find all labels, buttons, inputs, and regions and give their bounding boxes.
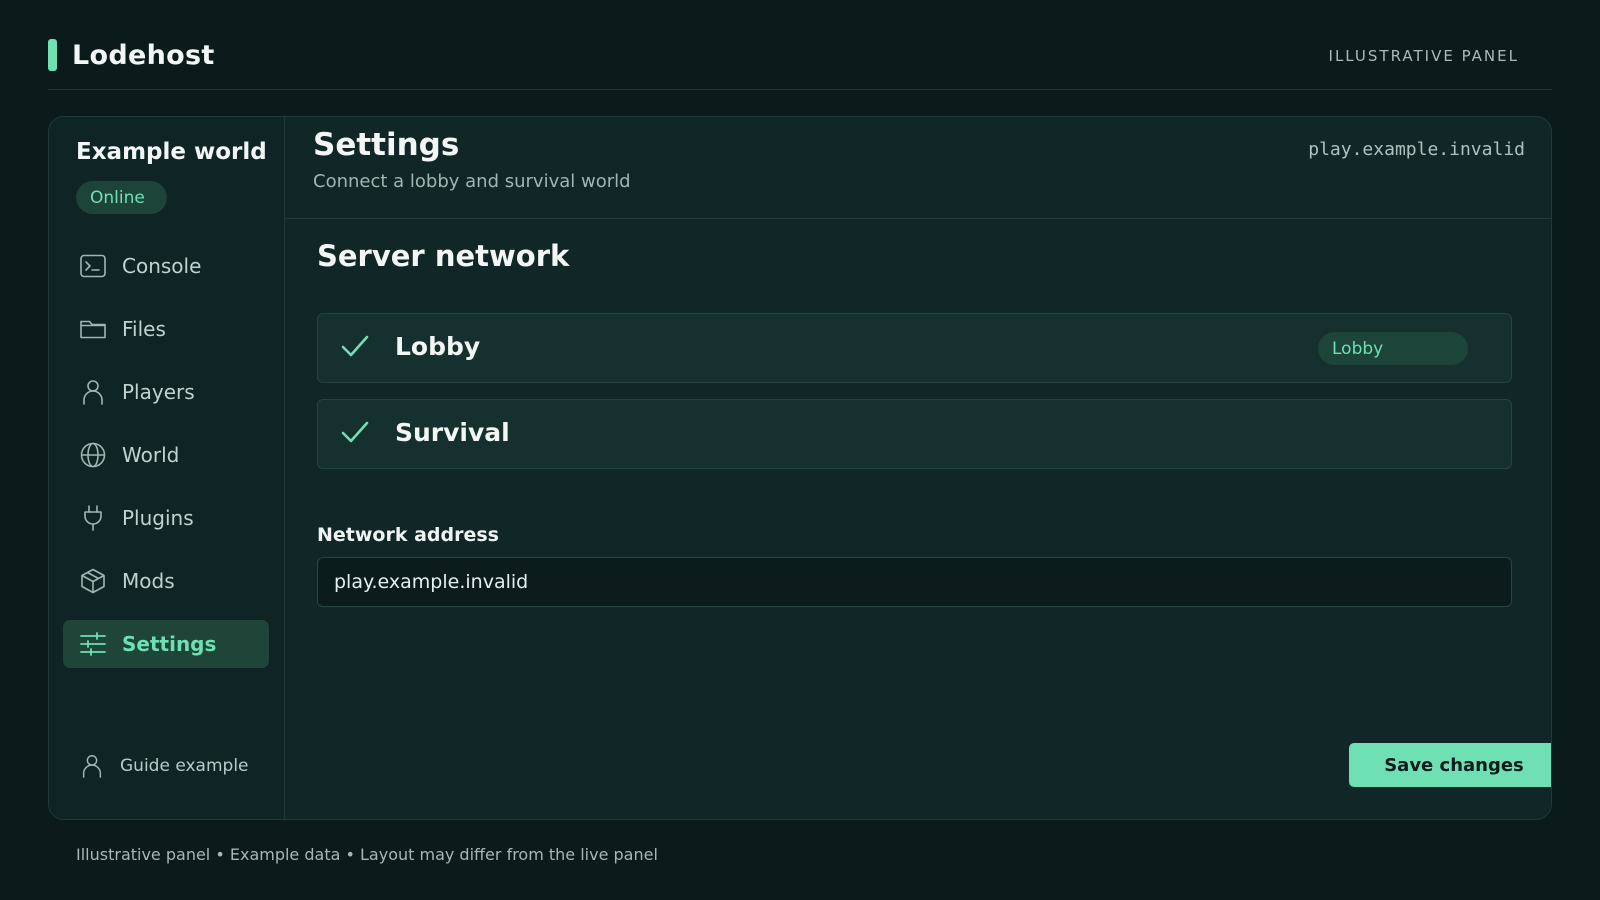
sidebar-item-label: Players bbox=[122, 380, 195, 404]
content-header: Settings Connect a lobby and survival wo… bbox=[285, 117, 1551, 219]
sliders-icon bbox=[80, 632, 106, 656]
sidebar-item-label: Console bbox=[122, 254, 202, 278]
main-panel: Example world Online Console Files Playe… bbox=[48, 116, 1552, 820]
sidebar-item-world[interactable]: World bbox=[63, 431, 269, 479]
sidebar-item-players[interactable]: Players bbox=[63, 368, 269, 416]
globe-icon bbox=[80, 442, 106, 468]
page-title: Settings bbox=[313, 127, 460, 163]
user-icon bbox=[83, 380, 103, 405]
terminal-icon bbox=[80, 254, 106, 278]
sidebar-item-label: Mods bbox=[122, 569, 175, 593]
sidebar-item-files[interactable]: Files bbox=[63, 305, 269, 353]
sidebar-item-label: Files bbox=[122, 317, 166, 341]
server-name: Survival bbox=[395, 418, 510, 447]
sidebar-item-plugins[interactable]: Plugins bbox=[63, 494, 269, 542]
sidebar-item-console[interactable]: Console bbox=[63, 242, 269, 290]
save-button[interactable]: Save changes bbox=[1349, 743, 1551, 787]
user-name: Guide example bbox=[120, 756, 249, 776]
brand-mark bbox=[48, 39, 57, 71]
server-name: Lobby bbox=[395, 332, 481, 361]
panel-label: ILLUSTRATIVE PANEL bbox=[1328, 47, 1519, 65]
brand: Lodehost bbox=[48, 38, 215, 72]
section-title: Server network bbox=[317, 239, 570, 273]
page-subtitle: Connect a lobby and survival world bbox=[313, 171, 631, 192]
sidebar-item-label: Settings bbox=[122, 632, 217, 656]
status-badge: Online bbox=[76, 181, 167, 214]
network-address-input[interactable] bbox=[317, 557, 1512, 607]
server-card-survival[interactable]: Survival bbox=[317, 399, 1512, 469]
cube-icon bbox=[81, 568, 105, 594]
world-name: Example world bbox=[76, 139, 267, 165]
check-icon bbox=[341, 335, 369, 357]
server-card-lobby[interactable]: Lobby Lobby bbox=[317, 313, 1512, 383]
check-icon bbox=[341, 421, 369, 443]
sidebar-item-label: World bbox=[122, 443, 180, 467]
server-tag: Lobby bbox=[1318, 332, 1468, 365]
sidebar-item-settings[interactable]: Settings bbox=[63, 620, 269, 668]
folder-icon bbox=[80, 320, 106, 339]
top-bar: Lodehost ILLUSTRATIVE PANEL bbox=[48, 38, 1552, 90]
footer-note: Illustrative panel • Example data • Layo… bbox=[76, 845, 658, 864]
network-address-label: Network address bbox=[317, 524, 499, 546]
server-host: play.example.invalid bbox=[1308, 139, 1525, 160]
user-account[interactable]: Guide example bbox=[79, 753, 249, 779]
sidebar-item-label: Plugins bbox=[122, 506, 194, 530]
sidebar-nav: Console Files Players World Plugins Mods… bbox=[63, 242, 269, 683]
sidebar: Example world Online Console Files Playe… bbox=[49, 117, 285, 819]
plug-icon bbox=[84, 505, 102, 531]
user-icon bbox=[82, 755, 102, 778]
content-area: Settings Connect a lobby and survival wo… bbox=[285, 117, 1551, 819]
sidebar-item-mods[interactable]: Mods bbox=[63, 557, 269, 605]
brand-name: Lodehost bbox=[72, 39, 215, 71]
